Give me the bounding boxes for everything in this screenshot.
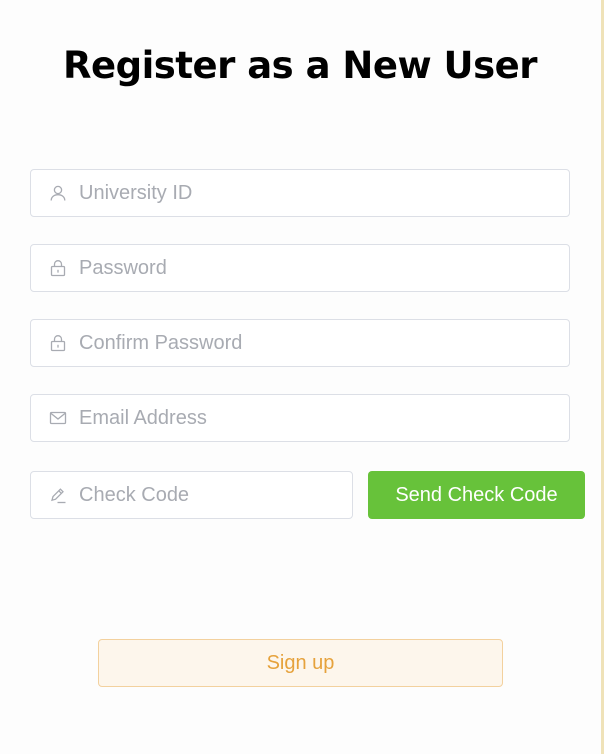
check-code-input[interactable] bbox=[79, 483, 352, 507]
university-id-input[interactable] bbox=[79, 181, 569, 205]
lock-icon bbox=[48, 258, 68, 278]
confirm-password-input[interactable] bbox=[79, 331, 569, 355]
email-field[interactable] bbox=[30, 394, 570, 442]
check-code-field[interactable] bbox=[30, 471, 353, 519]
send-check-code-button[interactable]: Send Check Code bbox=[368, 471, 585, 519]
user-icon bbox=[48, 183, 68, 203]
confirm-password-field[interactable] bbox=[30, 319, 570, 367]
password-field[interactable] bbox=[30, 244, 570, 292]
mail-icon bbox=[48, 408, 68, 428]
email-input[interactable] bbox=[79, 406, 569, 430]
lock-icon bbox=[48, 333, 68, 353]
page-title: Register as a New User bbox=[63, 44, 537, 87]
edit-pen-icon bbox=[48, 485, 68, 505]
register-page: Register as a New User University ID Ema… bbox=[0, 0, 604, 754]
password-input[interactable] bbox=[79, 256, 569, 280]
sign-up-button[interactable]: Sign up bbox=[98, 639, 503, 687]
university-id-field[interactable] bbox=[30, 169, 570, 217]
